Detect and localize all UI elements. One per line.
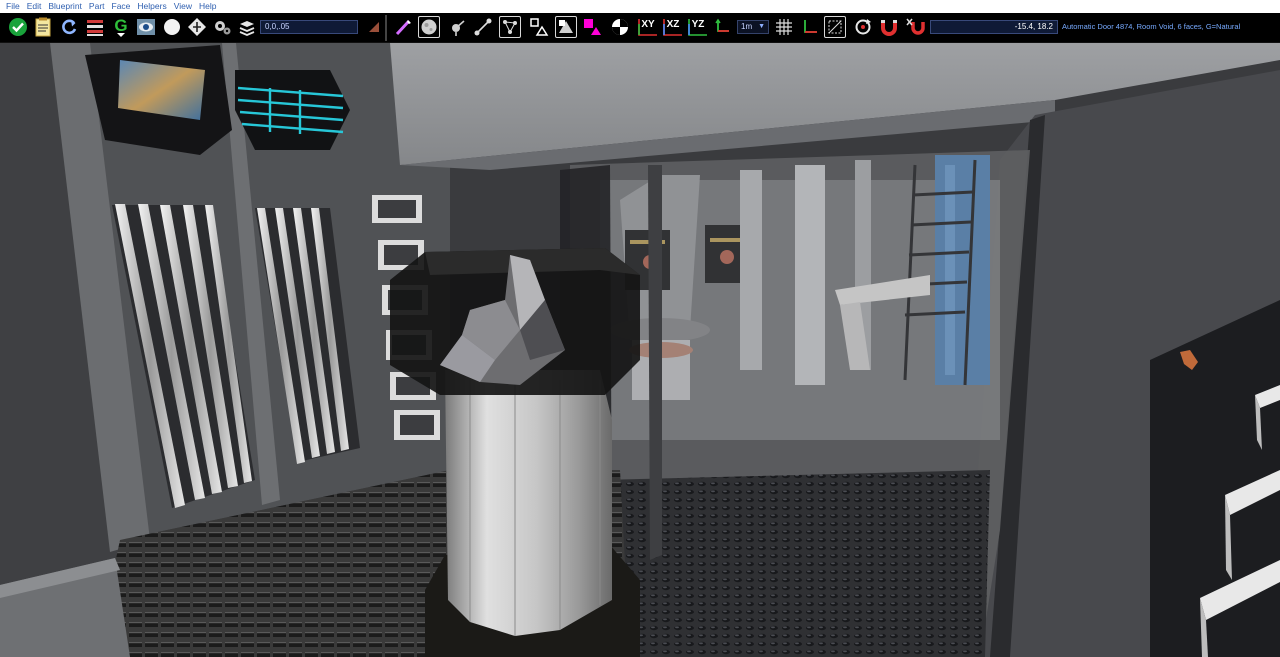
menubar: File Edit Blueprint Part Face Helpers Vi… xyxy=(0,0,1280,13)
grid-icon[interactable] xyxy=(773,16,795,38)
group-g-icon[interactable]: G xyxy=(110,16,132,38)
axis-origin-icon[interactable] xyxy=(798,16,820,38)
refresh-icon[interactable] xyxy=(58,16,80,38)
diamond-move-icon[interactable] xyxy=(186,16,208,38)
wall-screen-cyan[interactable] xyxy=(235,70,350,150)
toolbar-separator xyxy=(385,15,387,41)
brush-icon[interactable] xyxy=(393,16,415,38)
axis-xz-label: XZ xyxy=(667,19,680,30)
axis-yz-button[interactable]: YZ xyxy=(686,16,710,38)
axis-xz-button[interactable]: XZ xyxy=(661,16,685,38)
menu-helpers[interactable]: Helpers xyxy=(137,0,166,13)
door-frame xyxy=(648,165,662,560)
gear-settings-icon[interactable] xyxy=(211,16,233,38)
axis-xy-label: XY xyxy=(641,19,655,30)
axis-yz-label: YZ xyxy=(692,19,705,30)
toolbar: G 0,0,.05 XY XZ YZ 1m ▼ -15.4, 18.2 Auto… xyxy=(0,13,1280,43)
pin-tool-icon[interactable] xyxy=(446,16,468,38)
position-readout: -15.4, 18.2 xyxy=(930,20,1058,34)
menu-file[interactable]: File xyxy=(6,0,20,13)
magenta-square-icon[interactable] xyxy=(582,16,604,38)
line-tool-icon[interactable] xyxy=(472,16,494,38)
grid-size-dropdown[interactable]: 1m ▼ xyxy=(737,20,769,34)
triangle-icon[interactable] xyxy=(555,16,577,38)
notepad-icon[interactable] xyxy=(32,16,54,38)
select-frame-icon[interactable] xyxy=(824,16,846,38)
moon-sphere-icon[interactable] xyxy=(418,16,440,38)
quadrant-icon[interactable] xyxy=(609,16,631,38)
sphere-icon[interactable] xyxy=(161,16,183,38)
3d-viewport[interactable] xyxy=(0,43,1280,657)
node-tool-icon[interactable] xyxy=(499,16,521,38)
menu-part[interactable]: Part xyxy=(89,0,105,13)
magnet-icon[interactable] xyxy=(878,16,900,38)
layers-list-icon[interactable] xyxy=(84,16,106,38)
snap-magnet-icon[interactable] xyxy=(904,16,926,38)
status-text: Automatic Door 4874, Room Void, 6 faces,… xyxy=(1062,22,1241,31)
menu-blueprint[interactable]: Blueprint xyxy=(48,0,82,13)
xyz-axis-icon[interactable] xyxy=(711,16,733,38)
confirm-check-icon[interactable] xyxy=(7,16,29,38)
grid-size-value: 1m xyxy=(741,22,753,31)
menu-face[interactable]: Face xyxy=(112,0,131,13)
axis-xy-button[interactable]: XY xyxy=(636,16,660,38)
wand-icon[interactable] xyxy=(363,16,385,38)
group-g-label: G xyxy=(114,16,127,35)
shapes-icon[interactable] xyxy=(528,16,550,38)
wall-screen-map[interactable] xyxy=(85,45,232,155)
coordinate-field[interactable]: 0,0,.05 xyxy=(260,20,358,34)
menu-view[interactable]: View xyxy=(174,0,192,13)
menu-edit[interactable]: Edit xyxy=(27,0,42,13)
menu-help[interactable]: Help xyxy=(199,0,216,13)
chevron-down-icon: ▼ xyxy=(758,23,765,30)
preview-eye-icon[interactable] xyxy=(135,16,157,38)
rotate-icon[interactable] xyxy=(852,16,874,38)
stack-icon[interactable] xyxy=(236,16,258,38)
